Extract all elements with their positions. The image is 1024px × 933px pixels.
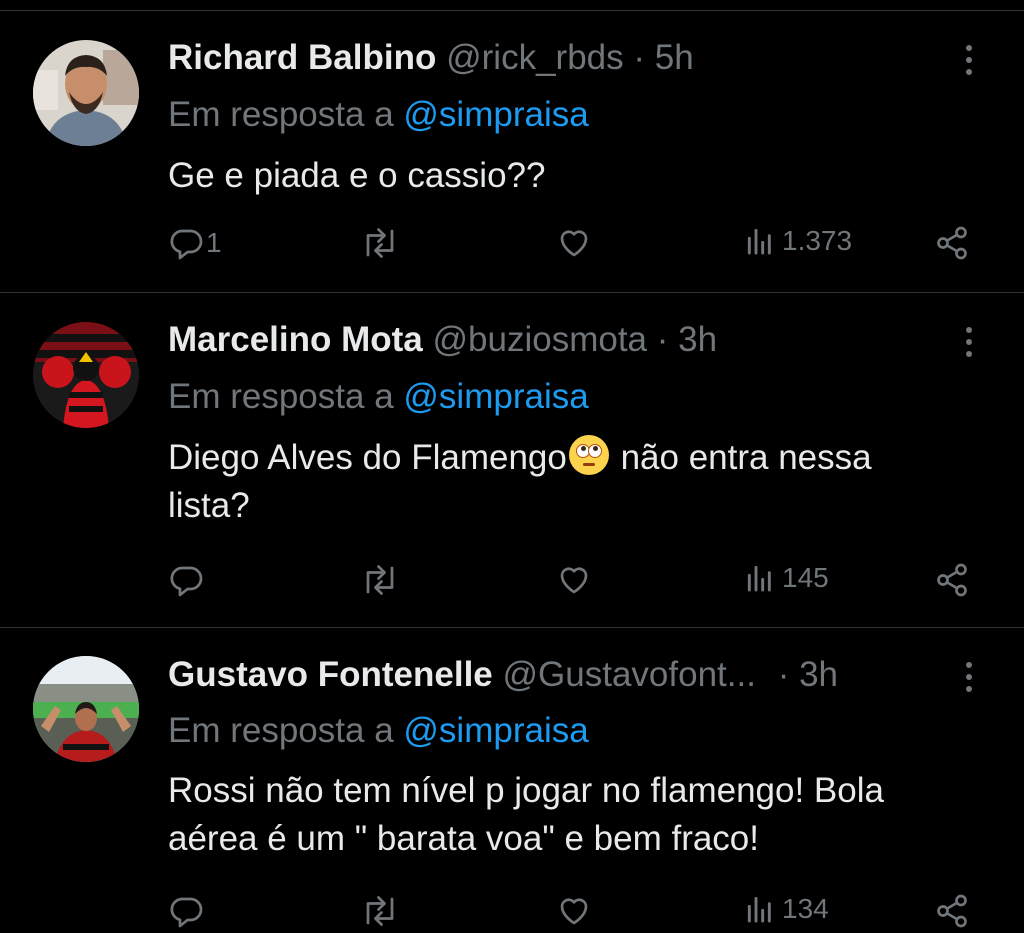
tweet-text-line: aérea é um " barata voa" e bem fraco! <box>168 819 760 858</box>
view-count: 134 <box>782 893 829 924</box>
views-icon <box>747 896 771 923</box>
tweet-header: Marcelino Mota @buziosmota · 3h <box>168 320 717 360</box>
timestamp[interactable]: 5h <box>655 38 694 77</box>
retweet-button[interactable] <box>360 893 400 929</box>
like-button[interactable] <box>555 225 593 261</box>
retweet-icon <box>366 565 394 595</box>
rolling-eyes-emoji-icon <box>568 435 609 475</box>
tweet-text-line: Ge e piada e o cassio?? <box>168 156 546 195</box>
tweet-text-line: lista? <box>168 486 250 525</box>
timestamp[interactable]: 3h <box>678 320 717 359</box>
share-icon <box>937 563 967 597</box>
tweet-text: Ge e piada e o cassio?? <box>168 152 998 200</box>
action-bar: 134 <box>0 893 1024 933</box>
share-icon <box>937 226 967 260</box>
tweet-text-line: Diego Alves do Flamengo não entra nessa <box>168 434 998 482</box>
separator-dot: · <box>777 655 790 694</box>
tweet-header: Richard Balbino @rick_rbds · 5h <box>168 38 694 78</box>
more-options-icon[interactable] <box>954 40 984 80</box>
reply-context: Em resposta a @simpraisa <box>168 95 589 135</box>
share-icon <box>937 894 967 928</box>
action-bar: 1 1.373 <box>0 225 1024 265</box>
avatar[interactable] <box>33 656 139 762</box>
tweet-divider <box>0 627 1024 628</box>
reply-button[interactable] <box>168 893 204 929</box>
share-button[interactable] <box>934 225 970 261</box>
tweet-text-line: Rossi não tem nível p jogar no flamengo!… <box>168 771 884 810</box>
tweet-text: Rossi não tem nível p jogar no flamengo!… <box>168 767 998 863</box>
like-button[interactable] <box>555 893 593 929</box>
action-bar: 145 <box>0 562 1024 602</box>
reply-handle-link[interactable]: @simpraisa <box>403 377 588 416</box>
heart-icon <box>560 567 588 594</box>
reply-prefix: Em resposta a <box>168 711 394 750</box>
avatar[interactable] <box>33 40 139 146</box>
tweet-divider <box>0 292 1024 293</box>
views-icon <box>747 228 771 255</box>
reply-context: Em resposta a @simpraisa <box>168 377 589 417</box>
retweet-button[interactable] <box>360 225 400 261</box>
reply-prefix: Em resposta a <box>168 95 394 134</box>
author-handle[interactable]: @rick_rbds <box>446 38 624 77</box>
tweet-text-part: Diego Alves do Flamengo <box>168 438 567 477</box>
author-name[interactable]: Marcelino Mota <box>168 320 423 359</box>
views-button[interactable]: 145 <box>744 562 829 594</box>
reply-icon <box>170 897 203 928</box>
views-icon <box>747 565 771 592</box>
heart-icon <box>560 230 588 257</box>
separator-dot: · <box>633 38 646 77</box>
top-divider <box>0 10 1024 11</box>
more-options-icon[interactable] <box>954 657 984 697</box>
reply-handle-link[interactable]: @simpraisa <box>403 95 588 134</box>
author-name[interactable]: Gustavo Fontenelle <box>168 655 493 694</box>
more-options-icon[interactable] <box>954 322 984 362</box>
views-button[interactable]: 1.373 <box>744 225 852 257</box>
author-name[interactable]: Richard Balbino <box>168 38 436 77</box>
share-button[interactable] <box>934 893 970 929</box>
tweet-text: Diego Alves do Flamengo não entra nessa … <box>168 434 998 530</box>
tweet-header: Gustavo Fontenelle @Gustavofont... · 3h <box>168 655 838 695</box>
separator-dot: · <box>656 320 669 359</box>
retweet-button[interactable] <box>360 562 400 598</box>
avatar[interactable] <box>33 322 139 428</box>
timestamp[interactable]: 3h <box>799 655 838 694</box>
retweet-icon <box>366 228 394 258</box>
tweet-text-part: não entra nessa <box>610 438 872 477</box>
reply-button[interactable]: 1 <box>168 225 222 261</box>
view-count: 145 <box>782 562 829 593</box>
heart-icon <box>560 898 588 925</box>
reply-button[interactable] <box>168 562 204 598</box>
reply-prefix: Em resposta a <box>168 377 394 416</box>
views-button[interactable]: 134 <box>744 893 829 925</box>
author-handle[interactable]: @Gustavofont... <box>503 655 756 694</box>
reply-context: Em resposta a @simpraisa <box>168 711 589 751</box>
reply-handle-link[interactable]: @simpraisa <box>403 711 588 750</box>
reply-count: 1 <box>206 227 222 258</box>
share-button[interactable] <box>934 562 970 598</box>
like-button[interactable] <box>555 562 593 598</box>
reply-icon <box>170 566 203 597</box>
reply-icon <box>170 229 203 260</box>
author-handle[interactable]: @buziosmota <box>433 320 648 359</box>
view-count: 1.373 <box>782 225 853 256</box>
retweet-icon <box>366 896 394 926</box>
